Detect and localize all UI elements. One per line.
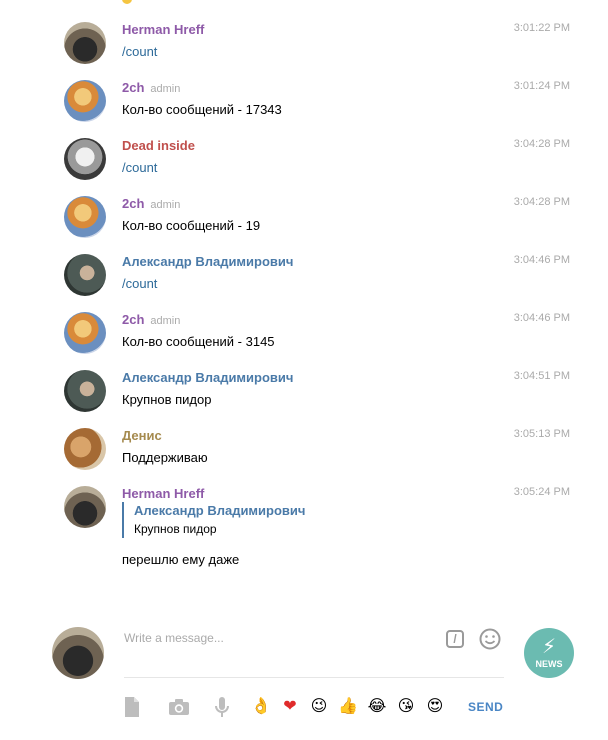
dead-inside-avatar[interactable]	[64, 138, 106, 180]
message-time: 3:04:51 PM	[513, 370, 570, 382]
heart-eyes-emoji[interactable]: 😍	[424, 696, 446, 718]
message-time: 3:01:22 PM	[513, 22, 570, 34]
message-input[interactable]	[124, 628, 434, 648]
ok-hand-emoji[interactable]: 👌	[250, 696, 272, 718]
message-author[interactable]: 2ch admin	[122, 80, 180, 95]
kiss-emoji[interactable]: 😘	[395, 696, 417, 718]
admin-badge: admin	[150, 315, 181, 327]
author-name[interactable]: 2ch	[122, 312, 144, 327]
emoji-smile-icon[interactable]	[479, 628, 501, 650]
reply-text: Крупнов пидор	[134, 522, 217, 536]
message-text: Крупнов пидор	[122, 392, 212, 407]
message-text[interactable]: /count	[122, 44, 157, 59]
author-name[interactable]: 2ch	[122, 80, 144, 95]
news-logo: ⚡ NEWS	[524, 628, 574, 678]
admin-badge: admin	[150, 199, 181, 211]
file-icon[interactable]	[120, 692, 144, 722]
message-time: 3:05:24 PM	[513, 486, 570, 498]
lightning-icon: ⚡	[541, 636, 557, 658]
message-text: Поддерживаю	[122, 450, 208, 465]
message-author[interactable]: 2ch admin	[122, 196, 180, 211]
message-author[interactable]: 2ch admin	[122, 312, 180, 327]
logo-text: NEWS	[535, 659, 563, 669]
message-time: 3:05:13 PM	[513, 428, 570, 440]
message-text: Кол-во сообщений - 3145	[122, 334, 275, 349]
message-author[interactable]: Александр Владимирович	[122, 370, 293, 385]
message-author[interactable]: Денис	[122, 428, 162, 443]
heart-emoji[interactable]: ❤	[279, 696, 301, 718]
camera-icon[interactable]	[166, 692, 192, 722]
alexander-avatar[interactable]	[64, 370, 106, 412]
2ch-avatar[interactable]	[64, 196, 106, 238]
admin-badge: admin	[150, 83, 181, 95]
message-text: перешлю ему даже	[122, 552, 240, 567]
message-time: 3:04:46 PM	[513, 312, 570, 324]
herman-avatar[interactable]	[64, 22, 106, 64]
send-button[interactable]: SEND	[468, 700, 503, 714]
2ch-avatar[interactable]	[64, 80, 106, 122]
composer-toolbar: 👌 ❤ 😉 👍 😂 😘 😍	[0, 692, 608, 722]
reply-quote[interactable]: Александр Владимирович Крупнов пидор	[122, 502, 305, 538]
commands-icon[interactable]: /	[446, 630, 464, 648]
alexander-avatar[interactable]	[64, 254, 106, 296]
input-divider	[124, 677, 504, 678]
message-author[interactable]: Dead inside	[122, 138, 195, 153]
user-avatar[interactable]	[52, 627, 104, 679]
message-author[interactable]: Александр Владимирович	[122, 254, 293, 269]
message-time: 3:04:28 PM	[513, 138, 570, 150]
thumbs-up-emoji[interactable]: 👍	[337, 696, 359, 718]
microphone-icon[interactable]	[212, 692, 232, 722]
message-text[interactable]: /count	[122, 276, 157, 291]
message-text: Кол-во сообщений - 19	[122, 218, 261, 233]
message-author[interactable]: Herman Hreff	[122, 22, 204, 37]
herman-avatar[interactable]	[64, 486, 106, 528]
message-text[interactable]: /count	[122, 160, 157, 175]
tears-of-joy-emoji[interactable]: 😂	[366, 696, 388, 718]
message-time: 3:01:24 PM	[513, 80, 570, 92]
wink-emoji[interactable]: 😉	[308, 696, 330, 718]
emoji-partial	[122, 0, 132, 4]
reply-author: Александр Владимирович	[134, 503, 306, 518]
message-time: 3:04:28 PM	[513, 196, 570, 208]
message-time: 3:04:46 PM	[513, 254, 570, 266]
author-name[interactable]: 2ch	[122, 196, 144, 211]
message-text: Кол-во сообщений - 17343	[122, 102, 282, 117]
denis-avatar[interactable]	[64, 428, 106, 470]
message-author[interactable]: Herman Hreff	[122, 486, 204, 501]
2ch-avatar[interactable]	[64, 312, 106, 354]
